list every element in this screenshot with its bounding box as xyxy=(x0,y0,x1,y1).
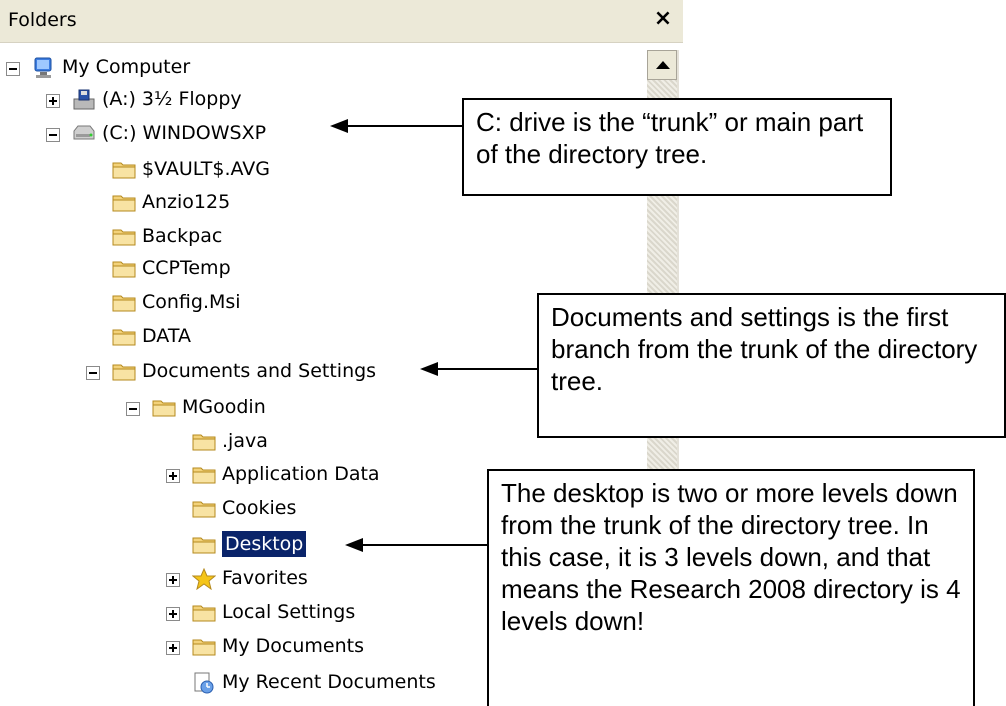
arrow-head-c-drive xyxy=(330,119,348,133)
callout-trunk: C: drive is the “trunk” or main part of … xyxy=(462,98,892,196)
arrow-head-documents-and-settings xyxy=(420,362,438,376)
callout-desktop: The desktop is two or more levels down f… xyxy=(487,469,975,706)
arrow-head-desktop xyxy=(345,538,363,552)
callout-branch: Documents and settings is the first bran… xyxy=(537,293,1006,438)
